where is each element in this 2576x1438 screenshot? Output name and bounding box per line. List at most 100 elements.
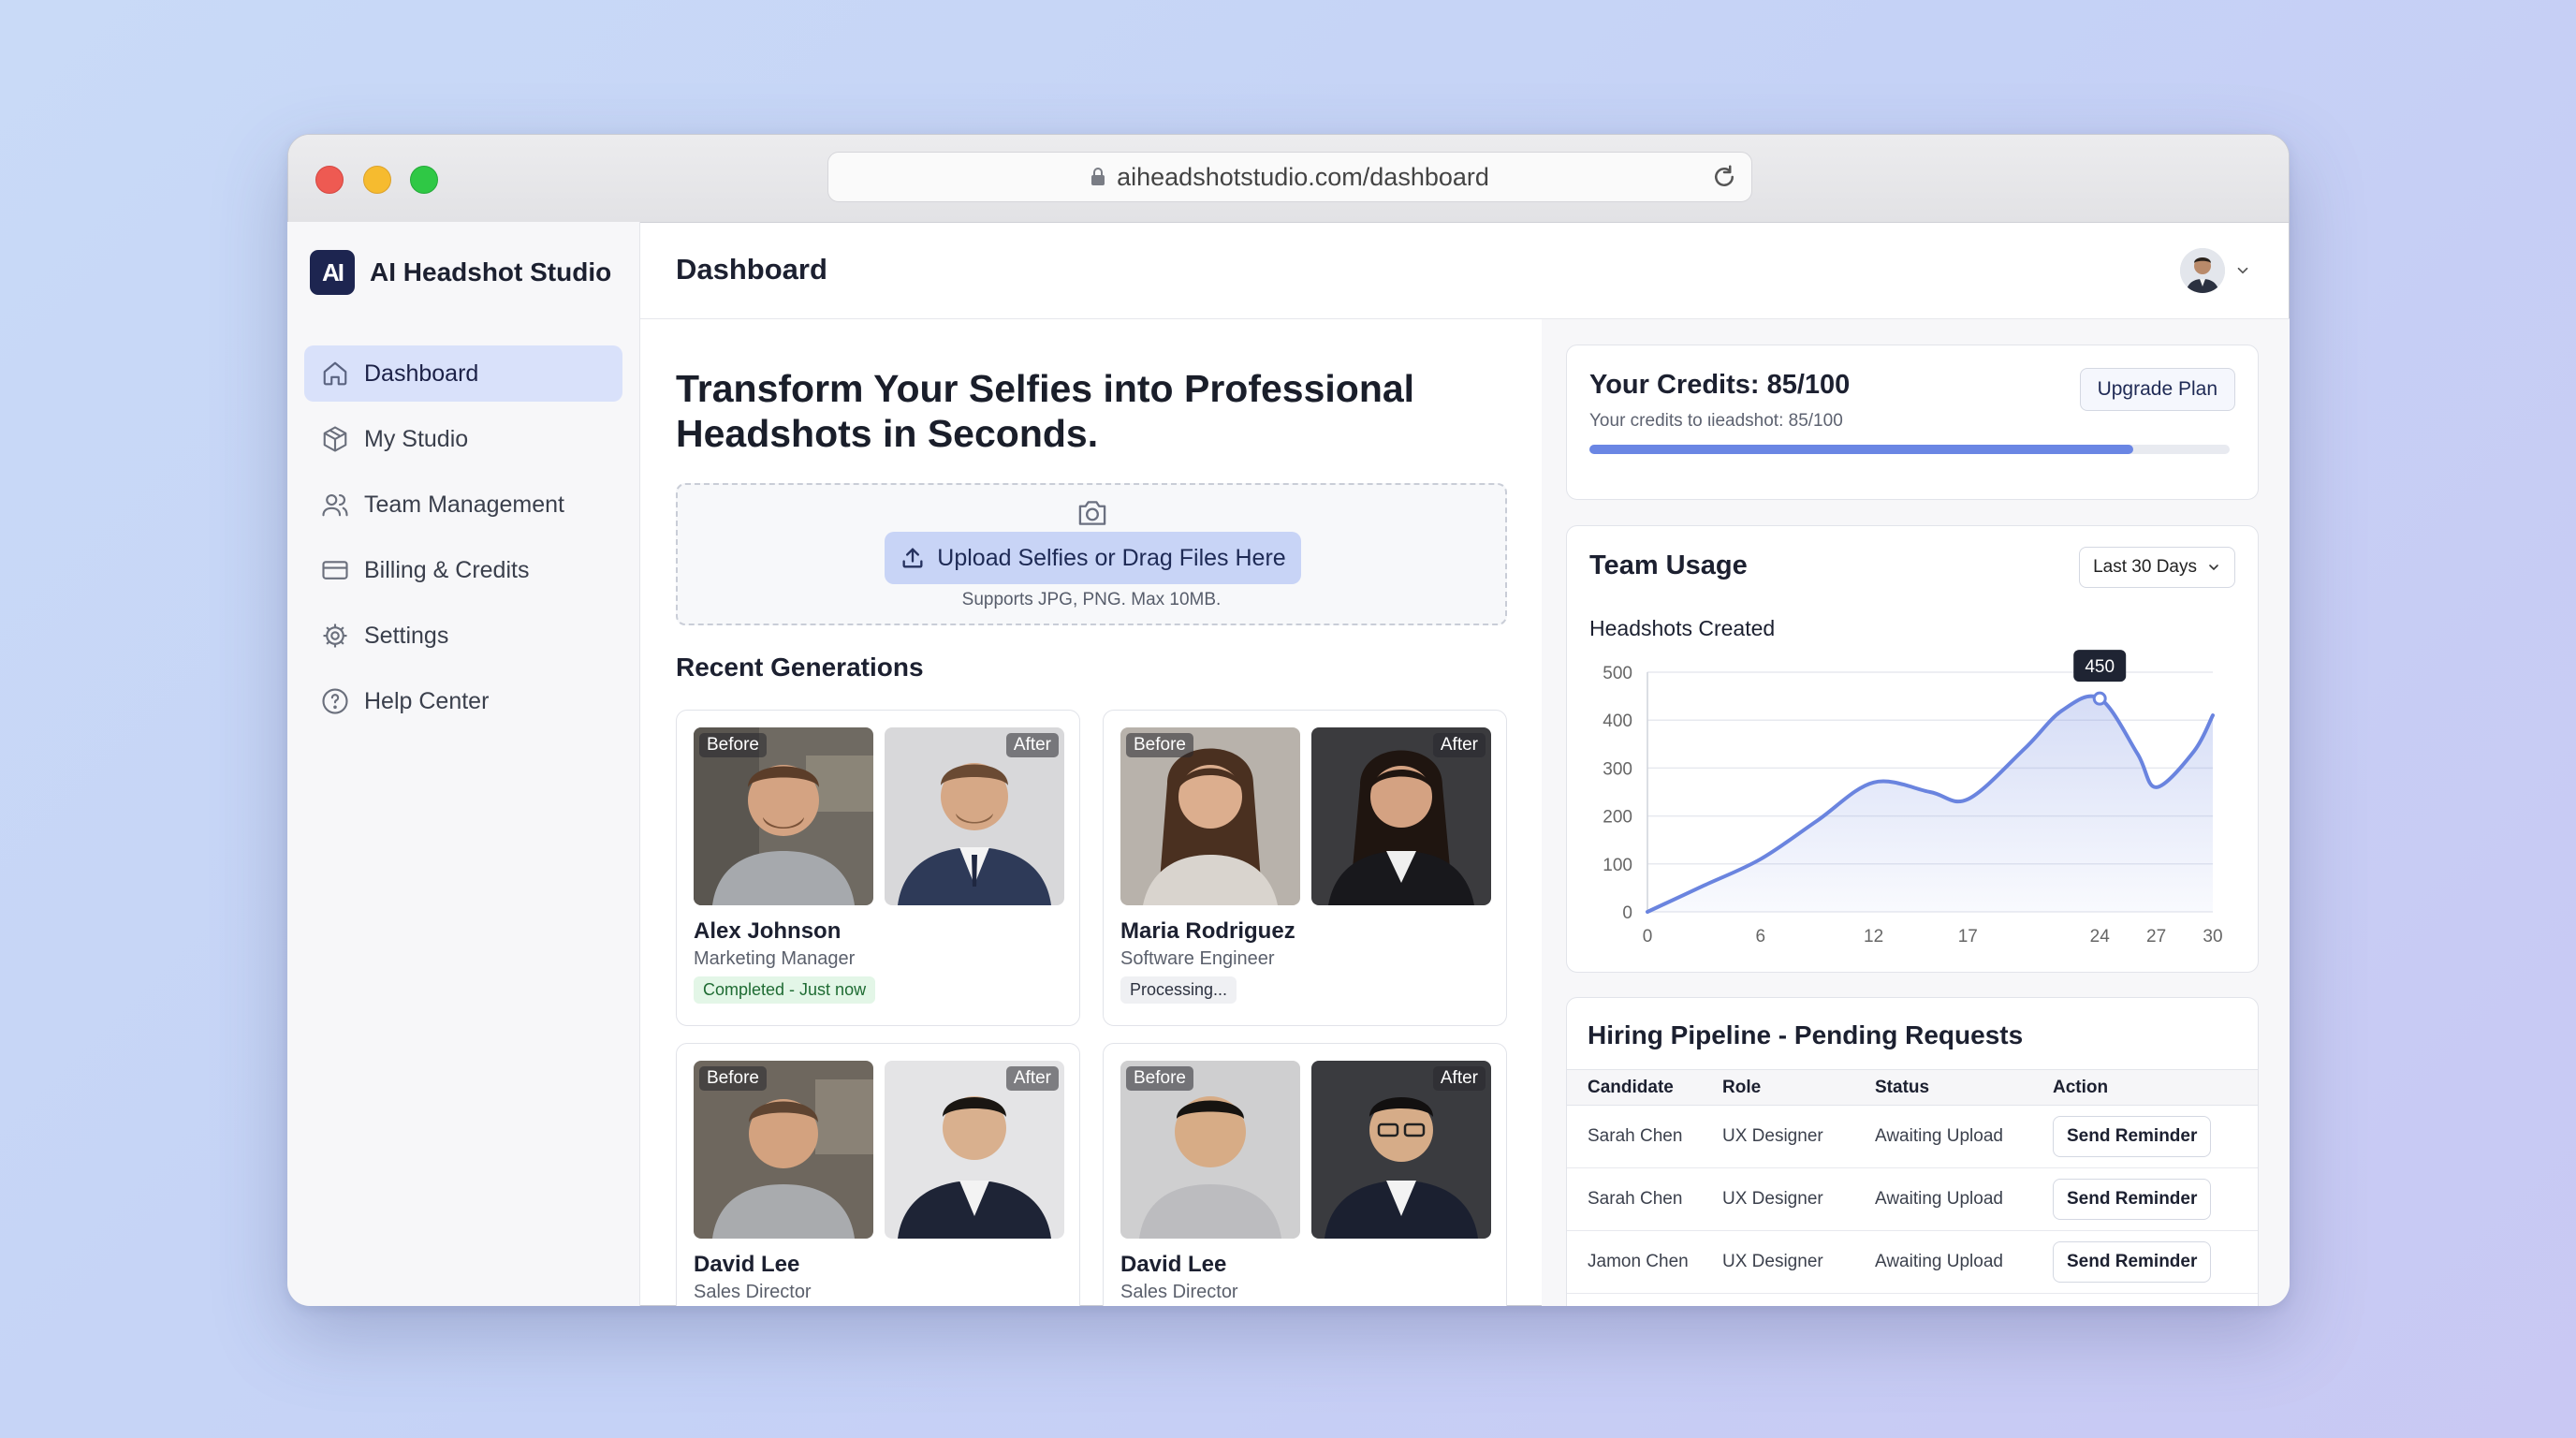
upload-icon (902, 548, 923, 568)
sidebar-nav: Dashboard My Studio Team Management Bill… (304, 345, 622, 739)
column-header: Role (1722, 1069, 1875, 1106)
upload-dropzone[interactable]: Upload Selfies or Drag Files Here Suppor… (676, 483, 1507, 625)
action-cell: Send Reminder (2053, 1230, 2258, 1294)
upload-button[interactable]: Upload Selfies or Drag Files Here (885, 532, 1301, 584)
before-tag: Before (1126, 1066, 1193, 1091)
sidebar-item-help-center[interactable]: Help Center (304, 673, 622, 729)
candidate-cell: Sarah Chen (1567, 1105, 1722, 1168)
x-tick-label: 12 (1864, 927, 1883, 946)
y-tick-label: 300 (1603, 759, 1632, 779)
action-cell: Send Reminder (2053, 1105, 2258, 1168)
brand-logo: AI (310, 250, 355, 295)
sidebar-item-settings[interactable]: Settings (304, 608, 622, 664)
sidebar-item-label: Team Management (364, 491, 565, 518)
role-cell: UX Designer (1722, 1230, 1875, 1294)
table-row: Sarah Chen UX Designer Awaiting Upload S… (1567, 1167, 2258, 1231)
candidate-cell: Sarah Chen (1567, 1167, 1722, 1231)
after-photo: After (885, 727, 1064, 905)
before-tag: Before (699, 733, 767, 757)
x-tick-label: 27 (2146, 927, 2166, 946)
hiring-pipeline-title: Hiring Pipeline - Pending Requests (1588, 1020, 2024, 1049)
y-tick-label: 0 (1622, 903, 1632, 923)
person-role: Sales Director (1120, 1282, 1238, 1302)
sidebar-item-billing-credits[interactable]: Billing & Credits (304, 542, 622, 598)
status-badge: Processing... (1120, 976, 1237, 1004)
credits-title: Your Credits: 85/100 (1589, 370, 1851, 400)
brand-name: AI Headshot Studio (370, 257, 612, 286)
column-header: Status (1875, 1069, 2053, 1106)
home-icon (323, 361, 347, 386)
chevron-down-icon[interactable] (2234, 262, 2251, 284)
after-tag: After (1005, 1066, 1059, 1091)
highlight-point (2092, 691, 2107, 706)
sidebar-item-my-studio[interactable]: My Studio (304, 411, 622, 467)
credits-subtitle: Your credits to ιieadshot: 85/100 (1589, 411, 1843, 431)
x-tick-label: 0 (1643, 927, 1653, 946)
role-cell: UX Designer (1722, 1167, 1875, 1231)
status-cell: Awaiting Upload (1875, 1105, 2053, 1168)
sidebar-item-label: Dashboard (364, 360, 479, 387)
upload-note: Supports JPG, PNG. Max 10MB. (961, 590, 1222, 609)
table-row: Sarah Chen UX Designer Awaiting Upload S… (1567, 1105, 2258, 1168)
recent-generations-title: Recent Generations (676, 653, 924, 682)
x-tick-label: 17 (1958, 927, 1978, 946)
role-cell: UX Designer (1722, 1105, 1875, 1168)
person-role: Software Engineer (1120, 948, 1275, 969)
team-usage-panel: Team Usage Last 30 Days Headshots Create… (1566, 525, 2259, 973)
generation-card[interactable]: Before After Alex Johnson Marketing Mana… (676, 710, 1080, 1026)
after-tag: After (1005, 733, 1059, 757)
table-header-row: Candidate Role Status Action (1567, 1069, 2258, 1106)
area-fill (1647, 696, 2213, 912)
app-viewport: AI AI Headshot Studio Dashboard My Studi… (287, 134, 2290, 1306)
send-reminder-button[interactable]: Send Reminder (2053, 1241, 2212, 1283)
camera-icon (1076, 498, 1109, 533)
avatar[interactable] (2180, 248, 2225, 293)
after-photo: After (885, 1061, 1064, 1239)
y-tick-label: 100 (1603, 856, 1632, 875)
before-photo: Before (694, 1061, 873, 1239)
sidebar-item-team-management[interactable]: Team Management (304, 477, 622, 533)
sidebar-item-label: Settings (364, 622, 449, 649)
status-cell: Awaiting Upload (1875, 1230, 2053, 1294)
before-photo: Before (1120, 727, 1300, 905)
person-role: Sales Director (694, 1282, 812, 1302)
sidebar-item-label: Help Center (364, 687, 490, 714)
credits-progress-bar (1589, 445, 2230, 454)
y-tick-label: 200 (1603, 808, 1632, 828)
upload-button-label: Upload Selfies or Drag Files Here (937, 544, 1286, 571)
status-badge: Completed - Just now (694, 976, 876, 1004)
generation-card[interactable]: Before After David Lee Sales Director (676, 1043, 1080, 1306)
status-cell: Awaiting Upload (1875, 1167, 2053, 1231)
send-reminder-button[interactable]: Send Reminder (2053, 1179, 2212, 1220)
action-cell: Send Reminder (2053, 1167, 2258, 1231)
after-tag: After (1432, 733, 1486, 757)
sidebar-item-dashboard[interactable]: Dashboard (304, 345, 622, 402)
before-tag: Before (1126, 733, 1193, 757)
candidate-cell: Jamon Chen (1567, 1230, 1722, 1294)
users-icon (322, 493, 348, 517)
sidebar-item-label: Billing & Credits (364, 556, 530, 583)
generation-card[interactable]: Before After Maria Rodriguez Software En… (1103, 710, 1507, 1026)
x-tick-label: 30 (2203, 927, 2222, 946)
y-tick-label: 400 (1603, 712, 1632, 731)
brand[interactable]: AI AI Headshot Studio (310, 250, 611, 295)
hiring-pipeline-panel: Hiring Pipeline - Pending Requests Candi… (1566, 997, 2259, 1306)
y-tick-label: 500 (1603, 664, 1632, 683)
person-name: Alex Johnson (694, 918, 842, 944)
after-photo: After (1311, 1061, 1491, 1239)
credit-card-icon (322, 561, 348, 580)
person-role: Marketing Manager (694, 948, 856, 969)
credits-progress-fill (1589, 445, 2134, 454)
person-name: David Lee (694, 1252, 800, 1277)
page-title: Dashboard (676, 253, 827, 286)
pipeline-table: Candidate Role Status Action Sarah Chen … (1567, 1069, 2258, 1306)
gear-icon (323, 624, 347, 648)
generation-card[interactable]: Before After David Lee Sales Director (1103, 1043, 1507, 1306)
upgrade-plan-button[interactable]: Upgrade Plan (2079, 368, 2235, 411)
person-name: David Lee (1120, 1252, 1227, 1277)
send-reminder-button[interactable]: Send Reminder (2053, 1116, 2212, 1157)
x-tick-label: 6 (1756, 927, 1766, 946)
headshots-chart: 0 100 200 300 400 500 0 6 12 17 24 27 30 450 (1603, 650, 2223, 946)
after-photo: After (1311, 727, 1491, 905)
x-tick-label: 24 (2090, 927, 2111, 946)
